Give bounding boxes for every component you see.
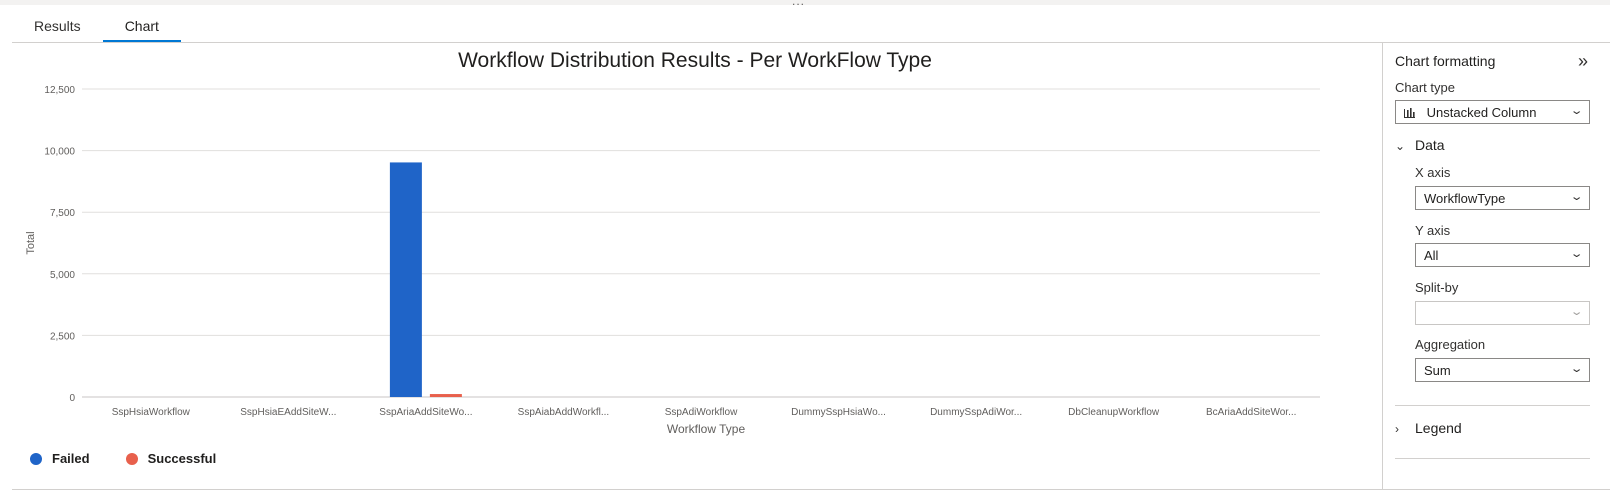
x-axis-title: Workflow Type	[667, 422, 746, 436]
x-tick-label: DbCleanupWorkflow	[1068, 407, 1160, 418]
bar-failed	[389, 162, 422, 397]
legend-item[interactable]: Successful	[125, 451, 217, 466]
y-axis-dropdown[interactable]: All ⌄	[1415, 243, 1590, 267]
split-by-dropdown[interactable]: ⌄	[1415, 301, 1590, 325]
column-chart-icon	[1404, 106, 1415, 121]
chart-legend: Failed Successful	[30, 451, 216, 466]
chart-type-label: Chart type	[1395, 80, 1455, 95]
chevron-down-icon: ⌄	[1395, 139, 1406, 153]
legend-section-toggle[interactable]: › Legend	[1395, 420, 1462, 436]
chevron-right-icon: ›	[1395, 422, 1399, 436]
y-tick-label: 2,500	[50, 331, 75, 342]
bar-successful	[429, 394, 462, 397]
legend-section-label: Legend	[1415, 420, 1462, 436]
y-axis-label: Y axis	[1415, 223, 1451, 238]
data-section-toggle[interactable]: ⌄ Data	[1395, 137, 1445, 153]
x-axis-value: WorkflowType	[1424, 191, 1506, 206]
tab-chart[interactable]: Chart	[102, 8, 182, 42]
legend-swatch	[30, 452, 42, 465]
legend-label: Failed	[52, 451, 90, 466]
y-tick-label: 5,000	[50, 270, 75, 281]
top-splitter[interactable]: ...	[0, 0, 1610, 8]
panel-title: Chart formatting	[1395, 53, 1496, 69]
aggregation-dropdown[interactable]: Sum ⌄	[1415, 358, 1590, 382]
tab-results[interactable]: Results	[12, 8, 103, 42]
x-axis-dropdown[interactable]: WorkflowType ⌄	[1415, 186, 1590, 210]
legend-item[interactable]: Failed	[30, 451, 90, 466]
tab-bar: Results Chart	[12, 8, 182, 42]
x-tick-label: BcAriaAddSiteWor...	[1206, 407, 1296, 418]
x-tick-label: DummySspHsiaWo...	[791, 407, 886, 418]
split-by-label: Split-by	[1415, 280, 1459, 295]
chart-plot: 0 2,500 5,000 7,500 10,000 12,500 Total SspHsia…	[25, 85, 1320, 436]
x-tick-label: SspHsiaEAddSiteW...	[240, 407, 336, 418]
chevron-down-icon: ⌄	[1569, 363, 1584, 375]
chart-type-dropdown[interactable]: Unstacked Column ⌄	[1395, 100, 1590, 124]
x-tick-label: SspAdiWorkflow	[665, 407, 738, 418]
double-chevron-right-icon[interactable]: »	[1578, 51, 1588, 72]
data-section-label: Data	[1415, 137, 1445, 153]
chart-formatting-panel: Chart formatting » Chart type Unstacked …	[1382, 43, 1610, 489]
legend-swatch	[125, 452, 138, 465]
section-divider	[1395, 458, 1590, 459]
chart-type-value: Unstacked Column	[1426, 105, 1537, 120]
legend-label: Successful	[147, 451, 217, 466]
bottom-divider	[12, 489, 1610, 490]
chevron-down-icon: ⌄	[1569, 248, 1584, 260]
splitter-grip-icon[interactable]: ...	[792, 0, 805, 8]
aggregation-value: Sum	[1424, 363, 1451, 378]
x-tick-label: SspHsiaWorkflow	[112, 407, 191, 418]
x-tick-label: SspAiabAddWorkfl...	[518, 407, 610, 418]
y-tick-label: 12,500	[44, 85, 75, 96]
chevron-down-icon: ⌄	[1569, 306, 1584, 318]
y-axis-title: Total	[25, 231, 37, 254]
y-tick-label: 10,000	[44, 147, 75, 158]
aggregation-label: Aggregation	[1415, 337, 1486, 352]
y-tick-label: 7,500	[50, 208, 75, 219]
y-tick-label: 0	[69, 393, 75, 404]
chevron-down-icon: ⌄	[1569, 191, 1584, 203]
x-tick-label: DummySspAdiWor...	[930, 407, 1022, 418]
x-tick-label: SspAriaAddSiteWo...	[379, 407, 472, 418]
section-divider	[1395, 405, 1590, 406]
chart-container: Workflow Distribution Results - Per Work…	[12, 43, 1382, 489]
x-axis-label: X axis	[1415, 165, 1451, 180]
chevron-down-icon: ⌄	[1569, 105, 1584, 117]
y-axis-value: All	[1424, 248, 1439, 263]
